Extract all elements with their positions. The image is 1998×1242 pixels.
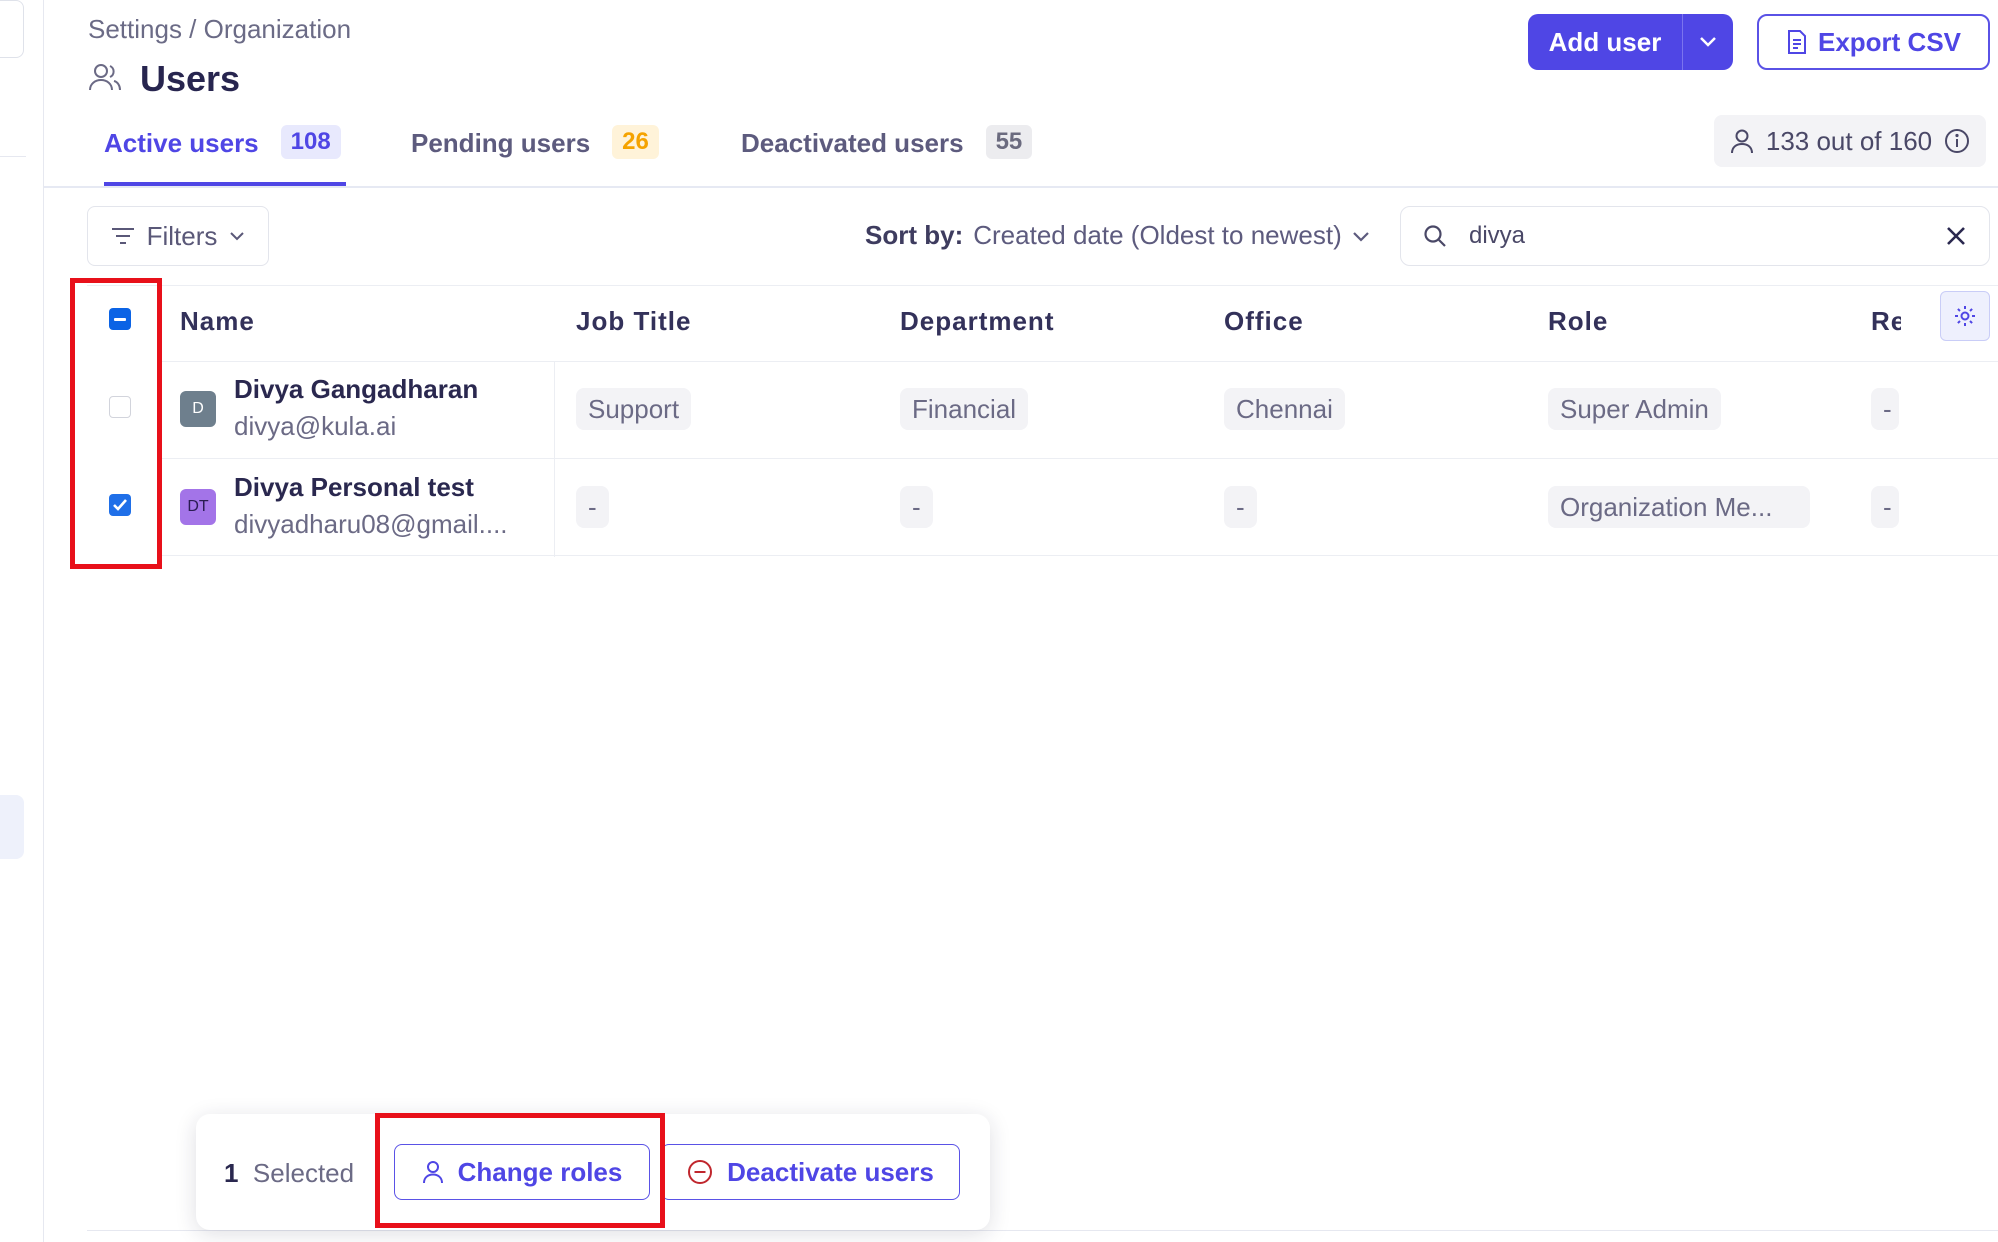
sort-value: Created date (Oldest to newest) xyxy=(973,220,1342,250)
selected-count: 1 xyxy=(224,1158,239,1188)
job-title-chip: Support xyxy=(576,388,692,430)
export-csv-label: Export CSV xyxy=(1817,26,1962,57)
department-chip: Financial xyxy=(900,388,1029,430)
deactivate-users-button[interactable]: Deactivate users xyxy=(661,1144,960,1200)
search-box xyxy=(1400,206,1990,266)
tab-label: Active users xyxy=(104,128,259,158)
tab-label: Deactivated users xyxy=(741,128,964,158)
info-icon[interactable] xyxy=(1944,128,1970,154)
truncated-column-chip: - xyxy=(1871,388,1899,430)
export-csv-button[interactable]: Export CSV xyxy=(1757,14,1990,70)
change-roles-highlight xyxy=(375,1113,665,1228)
user-name[interactable]: Divya Personal test xyxy=(234,472,508,503)
count-badge: 55 xyxy=(985,125,1033,159)
user-email: divyadharu08@gmail.... xyxy=(234,509,508,539)
column-header-office[interactable]: Office xyxy=(1224,306,1304,337)
office-chip: - xyxy=(1224,486,1257,528)
avatar: D xyxy=(180,391,216,427)
column-settings-button[interactable] xyxy=(1940,291,1990,341)
role-chip: Organization Me... xyxy=(1548,486,1810,528)
minus-circle-icon xyxy=(688,1160,713,1184)
page-header: Users xyxy=(88,58,240,100)
table-header-divider xyxy=(87,285,1998,286)
avatar: DT xyxy=(180,489,216,525)
chevron-down-icon xyxy=(1352,231,1369,242)
department-chip: - xyxy=(900,486,933,528)
sidebar-divider xyxy=(0,156,26,157)
tab-deactivated-users[interactable]: Deactivated users 55 xyxy=(741,125,1033,186)
filters-button[interactable]: Filters xyxy=(87,206,269,266)
page-title: Users xyxy=(140,58,241,99)
search-icon xyxy=(1424,225,1446,247)
add-user-button-group: Add user xyxy=(1528,14,1733,70)
close-icon[interactable] xyxy=(1945,225,1967,247)
user-cell: Divya Gangadharan divya@kula.ai xyxy=(234,374,478,442)
column-header-role[interactable]: Role xyxy=(1548,306,1608,337)
column-header-department[interactable]: Department xyxy=(900,306,1054,337)
truncated-column-chip: - xyxy=(1871,486,1899,528)
chevron-down-icon xyxy=(230,232,245,241)
user-cell: Divya Personal test divyadharu08@gmail..… xyxy=(234,472,508,540)
tab-pending-users[interactable]: Pending users 26 xyxy=(411,125,659,186)
add-user-dropdown-button[interactable] xyxy=(1683,35,1733,49)
add-user-button[interactable]: Add user xyxy=(1528,27,1682,58)
users-icon xyxy=(88,62,122,97)
user-name[interactable]: Divya Gangadharan xyxy=(234,374,478,405)
filter-icon xyxy=(111,228,134,244)
sort-prefix: Sort by: xyxy=(865,220,964,250)
seat-quota-text: 133 out of 160 xyxy=(1765,125,1933,156)
column-header-truncated[interactable]: Re xyxy=(1871,306,1901,337)
chevron-down-icon xyxy=(1700,37,1716,47)
breadcrumb[interactable]: Settings / Organization xyxy=(88,14,351,45)
tab-label: Pending users xyxy=(411,128,591,158)
office-chip: Chennai xyxy=(1224,388,1345,430)
seat-quota-badge: 133 out of 160 xyxy=(1714,115,1986,167)
filters-label: Filters xyxy=(146,220,218,251)
tab-active-users[interactable]: Active users 108 xyxy=(104,125,346,186)
deactivate-users-label: Deactivate users xyxy=(727,1156,934,1187)
footer-divider xyxy=(87,1230,1998,1231)
row-divider xyxy=(160,555,1998,556)
count-badge: 108 xyxy=(280,125,341,159)
document-icon xyxy=(1787,30,1806,54)
column-header-name[interactable]: Name xyxy=(180,306,255,337)
sort-dropdown[interactable]: Sort by: Created date (Oldest to newest) xyxy=(865,220,1370,251)
count-badge: 26 xyxy=(612,125,659,159)
gear-icon xyxy=(1955,306,1975,326)
role-chip: Super Admin xyxy=(1548,388,1721,430)
user-icon xyxy=(1730,129,1753,154)
selected-label: Selected xyxy=(252,1158,355,1188)
search-input[interactable] xyxy=(1469,222,1923,250)
checkbox-column-highlight xyxy=(70,278,162,569)
sidebar-active-item[interactable] xyxy=(0,795,24,859)
left-sidebar xyxy=(0,0,44,1242)
user-email: divya@kula.ai xyxy=(234,411,397,441)
column-header-job-title[interactable]: Job Title xyxy=(576,306,691,337)
job-title-chip: - xyxy=(576,486,609,528)
sidebar-collapse-handle[interactable] xyxy=(0,0,24,58)
tabs-divider xyxy=(44,186,1998,188)
selection-count: 1 Selected xyxy=(224,1158,354,1189)
